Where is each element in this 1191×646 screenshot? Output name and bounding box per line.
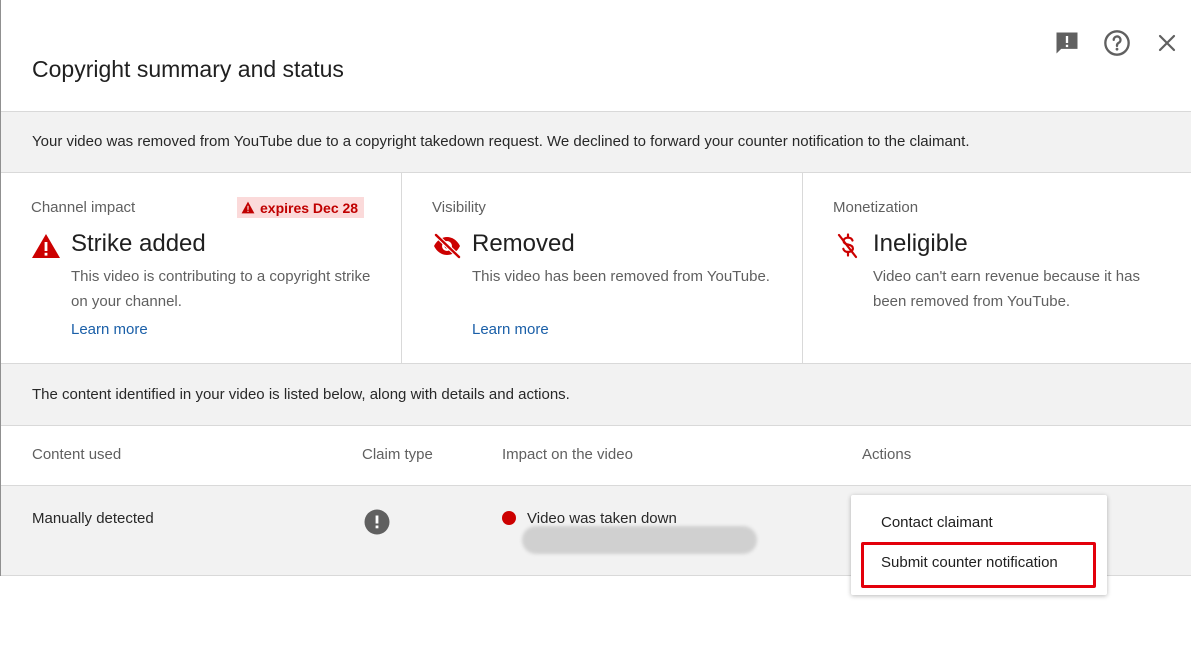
strike-heading: Strike added (71, 230, 206, 257)
help-icon[interactable] (1102, 28, 1132, 58)
expiry-badge: expires Dec 28 (237, 197, 365, 218)
redacted-region (522, 526, 757, 554)
feedback-icon[interactable] (1052, 28, 1082, 58)
actions-menu: Contact claimant Submit counter notifica… (851, 495, 1107, 595)
content-used-value: Manually detected (32, 510, 154, 527)
column-header-actions: Actions (862, 446, 912, 463)
warning-icon (32, 234, 60, 258)
removed-description: This video has been removed from YouTube… (472, 268, 770, 285)
visibility-label: Visibility (432, 199, 486, 216)
content-note: The content identified in your video is … (1, 364, 1191, 426)
contact-claimant-menu-item[interactable]: Contact claimant (881, 514, 993, 531)
visibility-off-icon (433, 233, 462, 259)
table-header: Content used Claim type Impact on the vi… (1, 426, 1191, 486)
money-off-icon (837, 233, 858, 259)
monetization-label: Monetization (833, 199, 919, 216)
strike-description: This video is contributing to a copyrigh… (71, 268, 371, 310)
warning-icon (241, 201, 255, 214)
claim-type-alert-icon[interactable] (364, 509, 390, 535)
channel-impact-label: Channel impact (31, 199, 136, 216)
channel-impact-card: Channel impact expires Dec 28 Strike add… (1, 173, 402, 364)
expiry-badge-text: expires Dec 28 (260, 199, 359, 216)
removed-heading: Removed (472, 230, 575, 257)
content-note-text: The content identified in your video is … (32, 386, 570, 403)
close-icon[interactable] (1152, 28, 1182, 58)
copyright-dialog: Copyright summary and status Your video … (0, 0, 1191, 576)
status-dot (502, 511, 516, 525)
impact-value: Video was taken down (527, 510, 677, 527)
visibility-card: Visibility Removed This video has been r… (402, 173, 803, 364)
dialog-title: Copyright summary and status (32, 56, 344, 82)
learn-more-link-visibility[interactable]: Learn more (472, 321, 549, 338)
removal-notice: Your video was removed from YouTube due … (1, 112, 1191, 173)
status-cards: Channel impact expires Dec 28 Strike add… (1, 173, 1191, 364)
learn-more-link-strike[interactable]: Learn more (71, 321, 148, 338)
column-header-claim-type: Claim type (362, 446, 433, 463)
column-header-content-used: Content used (32, 446, 122, 463)
removal-notice-text: Your video was removed from YouTube due … (32, 133, 970, 150)
monetization-card: Monetization Ineligible Video can't earn… (803, 173, 1191, 364)
column-header-impact: Impact on the video (502, 446, 633, 463)
ineligible-heading: Ineligible (873, 230, 968, 257)
ineligible-description: Video can't earn revenue because it has … (873, 268, 1140, 310)
dialog-header: Copyright summary and status (1, 0, 1191, 112)
submit-counter-notification-menu-item[interactable]: Submit counter notification (881, 554, 1058, 571)
